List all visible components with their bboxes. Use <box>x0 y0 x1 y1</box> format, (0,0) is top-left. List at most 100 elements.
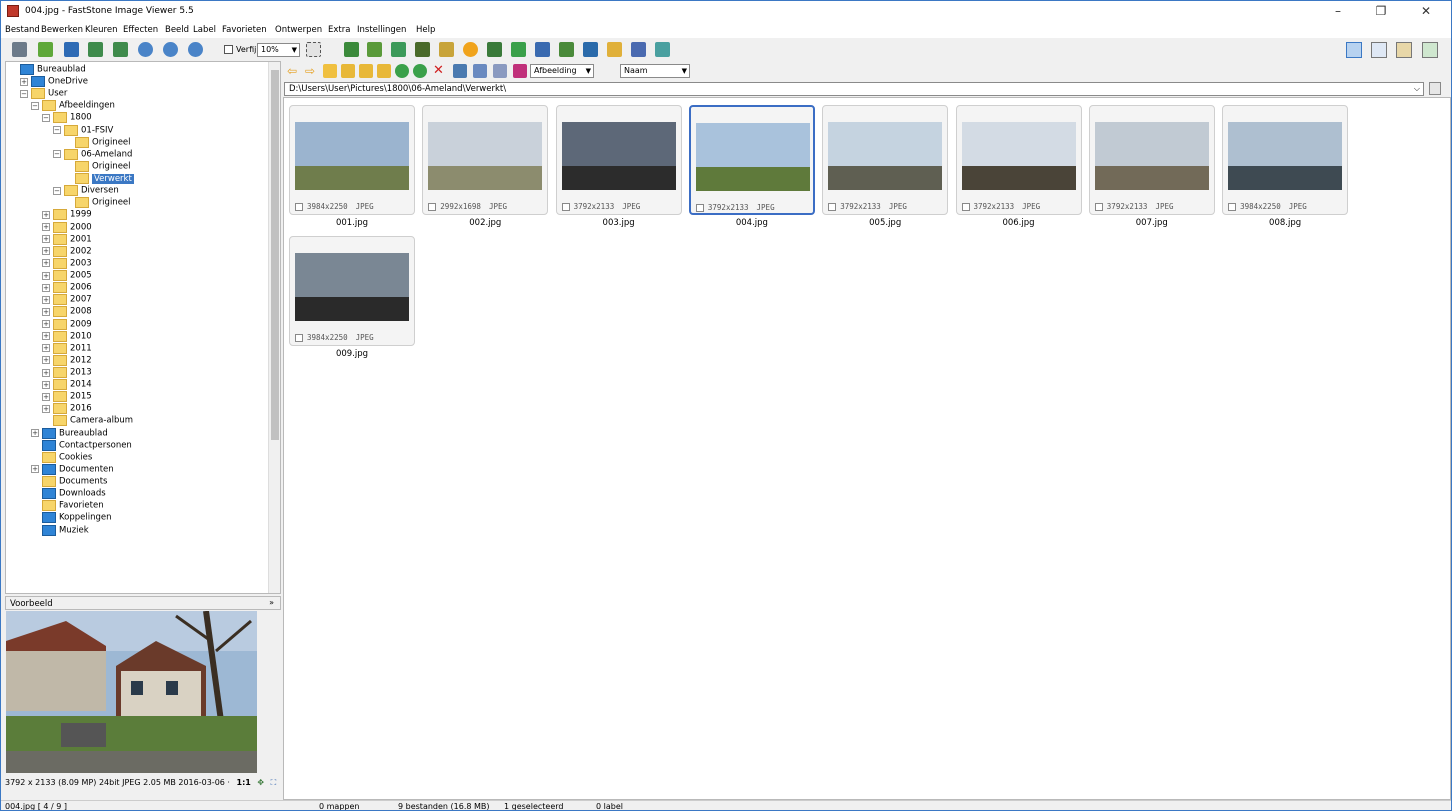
tree-item[interactable]: Bureaublad <box>9 64 86 76</box>
menu-bewerken[interactable]: Bewerken <box>41 25 83 35</box>
tree-item[interactable]: − 01-FSIV <box>53 124 113 137</box>
folder-tree[interactable]: Bureaublad + OneDrive − User − Afbeeldingen −18… <box>5 61 281 594</box>
thumbnail-card[interactable]: 3792x2133 JPEG <box>822 105 949 215</box>
thumbnail-checkbox[interactable] <box>961 203 970 211</box>
thumbnail-card[interactable]: 2992x1698 JPEG <box>422 105 549 215</box>
tree-item[interactable]: Camera-album <box>42 415 133 427</box>
thumbnail-card[interactable]: 3792x2133 JPEG <box>555 105 682 215</box>
expand-icon[interactable]: + <box>42 368 50 377</box>
sort-by-select[interactable]: Naam ▼ <box>620 64 690 78</box>
tree-item[interactable]: +2009 <box>42 318 92 331</box>
export-icon[interactable] <box>113 42 128 57</box>
label-icon[interactable] <box>513 64 527 78</box>
thumbnail-checkbox[interactable] <box>1228 203 1237 211</box>
thumbnail-area[interactable]: 3984x2250 JPEG 001.jpg 2992x1698 JPEG 002.jpg… <box>283 97 1451 800</box>
up-folder-icon[interactable] <box>323 64 337 78</box>
tree-item[interactable]: − User <box>20 88 67 100</box>
tree-item[interactable]: + Documenten <box>31 463 114 476</box>
menu-beeld[interactable]: Beeld <box>165 25 189 35</box>
expand-icon[interactable]: + <box>42 344 50 353</box>
tree-item[interactable]: Contactpersonen <box>31 439 132 452</box>
thumbnail-checkbox[interactable] <box>295 203 303 211</box>
tree-item[interactable]: +2003 <box>42 257 92 270</box>
rotate-icon[interactable] <box>391 42 406 57</box>
thumbnail-card[interactable]: 3792x2133 JPEG <box>688 105 815 215</box>
expand-icon[interactable]: + <box>42 356 50 365</box>
zoom-in-icon[interactable] <box>138 42 153 57</box>
menu-favorieten[interactable]: Favorieten <box>222 25 267 35</box>
tree-item[interactable]: Favorieten <box>31 500 104 512</box>
fullscreen-small-icon[interactable]: ⛶ <box>271 778 277 787</box>
draw-icon[interactable] <box>583 42 598 57</box>
view-preview-button[interactable] <box>1396 42 1412 58</box>
expand-icon[interactable]: + <box>31 429 39 438</box>
tree-item[interactable]: Cookies <box>31 451 92 464</box>
select-all-icon[interactable] <box>453 64 467 78</box>
thumbnail-checkbox[interactable] <box>295 334 303 342</box>
tree-item[interactable]: − 06-Ameland <box>53 148 132 161</box>
thumbnail-checkbox[interactable] <box>828 203 837 211</box>
verfijn-checkbox[interactable] <box>224 45 233 54</box>
compare-icon[interactable] <box>559 42 574 57</box>
actual-size-icon[interactable] <box>188 42 203 57</box>
actual-size-button[interactable]: 1:1 <box>237 778 251 787</box>
expand-icon[interactable]: + <box>42 283 50 292</box>
tree-item[interactable]: +2015 <box>42 391 92 403</box>
delete-icon[interactable]: ✕ <box>433 64 447 78</box>
zoom-select[interactable]: 10% ▼ <box>257 43 300 57</box>
expand-icon[interactable]: + <box>42 380 50 389</box>
menu-instellingen[interactable]: Instellingen <box>357 25 406 35</box>
tree-item[interactable]: − 1800 <box>42 112 92 124</box>
view-browser-button[interactable] <box>1346 42 1362 58</box>
tree-scrollbar[interactable] <box>268 62 280 593</box>
thumbnail-filename[interactable]: 004.jpg <box>689 218 815 228</box>
path-input[interactable]: D:\Users\User\Pictures\1800\06-Ameland\V… <box>284 82 1424 96</box>
close-button[interactable]: ✕ <box>1411 3 1441 19</box>
favorite-folder-icon[interactable] <box>377 64 391 78</box>
details-icon[interactable] <box>493 64 507 78</box>
clone-icon[interactable] <box>511 42 526 57</box>
thumbnail-filename[interactable]: 007.jpg <box>1089 218 1215 228</box>
thumbnail-card[interactable]: 3984x2250 JPEG <box>289 105 415 215</box>
tree-item[interactable]: +2012 <box>42 354 92 367</box>
tree-item[interactable]: +2006 <box>42 282 92 294</box>
thumbnail-filename[interactable]: 003.jpg <box>556 218 682 228</box>
menu-extra[interactable]: Extra <box>328 25 350 35</box>
thumbnail-checkbox[interactable] <box>1094 203 1103 211</box>
collapse-icon[interactable]: − <box>53 186 61 195</box>
thumbnail-card[interactable]: 3984x2250 JPEG <box>1222 105 1349 215</box>
print-icon[interactable] <box>631 42 646 57</box>
save-as-icon[interactable] <box>88 42 103 57</box>
forward-icon[interactable]: ⇨ <box>305 64 319 78</box>
tree-item[interactable]: +2011 <box>42 342 92 355</box>
expand-icon[interactable]: + <box>42 320 50 329</box>
tree-item[interactable]: Downloads <box>31 488 106 500</box>
expand-icon[interactable]: + <box>42 210 50 219</box>
tree-item[interactable]: +2010 <box>42 330 92 343</box>
collapse-icon[interactable]: − <box>20 89 28 98</box>
tree-scrollbar-thumb[interactable] <box>271 70 279 440</box>
sun-icon[interactable] <box>463 42 478 57</box>
refresh-icon[interactable] <box>395 64 409 78</box>
thumbnail-filename[interactable]: 002.jpg <box>422 218 548 228</box>
tree-item[interactable]: +2007 <box>42 294 92 306</box>
tree-item[interactable]: + Bureaublad <box>31 427 108 440</box>
thumbnail-checkbox[interactable] <box>428 203 437 211</box>
tree-item[interactable]: +2005 <box>42 270 92 282</box>
sort-type-select[interactable]: Afbeelding ▼ <box>530 64 594 78</box>
tree-item[interactable]: +2002 <box>42 245 92 258</box>
tree-item[interactable]: Origineel <box>64 160 131 173</box>
tree-item[interactable]: +2000 <box>42 221 92 234</box>
tree-item[interactable]: +2001 <box>42 233 92 246</box>
tree-item[interactable]: − Diversen <box>53 185 119 197</box>
chevron-down-icon[interactable]: ⌵ <box>1414 83 1420 95</box>
tree-item[interactable]: Documents <box>31 476 107 488</box>
tree-item[interactable]: Origineel <box>64 197 131 209</box>
view-thumbs-button[interactable] <box>1371 42 1387 58</box>
menu-label[interactable]: Label <box>193 25 216 35</box>
expand-icon[interactable]: + <box>42 307 50 316</box>
tree-item[interactable]: +2013 <box>42 367 92 379</box>
expand-icon[interactable]: + <box>42 259 50 268</box>
slideshow-icon[interactable] <box>655 42 670 57</box>
thumbnail-filename[interactable]: 001.jpg <box>289 218 415 228</box>
